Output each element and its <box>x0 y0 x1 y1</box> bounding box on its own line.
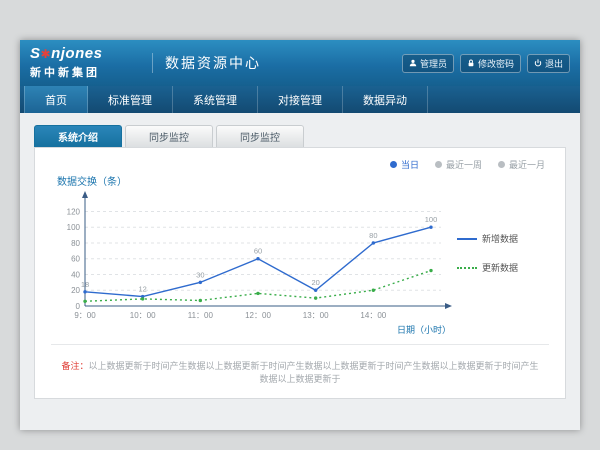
svg-text:18: 18 <box>81 280 89 289</box>
svg-text:40: 40 <box>71 270 80 279</box>
svg-text:120: 120 <box>67 207 81 216</box>
page-title: 数据资源中心 <box>152 53 261 73</box>
filter-last-month-label: 最近一月 <box>509 158 545 171</box>
svg-text:100: 100 <box>425 215 438 224</box>
tab-system-intro[interactable]: 系统介绍 <box>34 125 122 147</box>
change-password-button[interactable]: 修改密码 <box>460 54 521 73</box>
time-filter-legend: 当日 最近一周 最近一月 <box>49 154 551 171</box>
logout-button[interactable]: 退出 <box>527 54 570 73</box>
logo-text: S✱njones <box>30 46 148 62</box>
svg-text:60: 60 <box>254 247 262 256</box>
y-axis-title: 数据交换（条） <box>57 173 551 188</box>
content-panel: 当日 最近一周 最近一月 数据交换（条） 0 20 40 60 80 100 120 9：00… <box>34 147 566 399</box>
logo-star-icon: ✱ <box>41 47 52 61</box>
legend-new-data-label: 新增数据 <box>482 232 518 245</box>
nav-item-home[interactable]: 首页 <box>24 86 88 113</box>
filter-today[interactable]: 当日 <box>390 158 419 171</box>
tab-bar: 系统介绍 同步监控 同步监控 <box>34 125 566 147</box>
line-chart: 0 20 40 60 80 100 120 9：00 10：00 11：00 12：00 13：00 1… <box>49 188 453 336</box>
svg-text:9：00: 9：00 <box>74 311 96 320</box>
app-header: S✱njones 新中新集团 数据资源中心 管理员 修改密码 退出 <box>20 40 580 86</box>
svg-text:14：00: 14：00 <box>360 311 386 320</box>
svg-text:12: 12 <box>138 285 146 294</box>
legend-dot-icon <box>390 161 397 168</box>
nav-item-interface-management[interactable]: 对接管理 <box>258 86 343 113</box>
svg-text:10：00: 10：00 <box>130 311 156 320</box>
note-text: 以上数据更新于时间产生数据以上数据更新于时间产生数据以上数据更新于时间产生数据以… <box>89 361 539 384</box>
filter-last-week-label: 最近一周 <box>446 158 482 171</box>
solid-line-icon <box>457 238 477 240</box>
tab-sync-monitor-2[interactable]: 同步监控 <box>216 125 304 147</box>
legend-dot-icon <box>498 161 505 168</box>
company-name: 新中新集团 <box>30 64 148 80</box>
legend-dot-icon <box>435 161 442 168</box>
main-nav: 首页 标准管理 系统管理 对接管理 数据异动 <box>20 86 580 113</box>
svg-text:日期（小时）: 日期（小时） <box>397 324 451 335</box>
logo-suffix: njones <box>51 45 102 62</box>
tab-sync-monitor-1[interactable]: 同步监控 <box>125 125 213 147</box>
legend-item-update-data[interactable]: 更新数据 <box>457 261 543 274</box>
svg-text:80: 80 <box>71 239 80 248</box>
svg-text:20: 20 <box>311 278 319 287</box>
user-label: 管理员 <box>420 57 447 70</box>
svg-text:80: 80 <box>369 231 377 240</box>
svg-text:11：00: 11：00 <box>188 311 214 320</box>
dotted-line-icon <box>457 267 477 269</box>
logout-label: 退出 <box>545 57 563 70</box>
app-window: S✱njones 新中新集团 数据资源中心 管理员 修改密码 退出 <box>20 40 580 430</box>
legend-item-new-data[interactable]: 新增数据 <box>457 232 543 245</box>
filter-last-week[interactable]: 最近一周 <box>435 158 482 171</box>
power-icon <box>534 59 542 67</box>
svg-text:12：00: 12：00 <box>245 311 271 320</box>
nav-item-standard-management[interactable]: 标准管理 <box>88 86 173 113</box>
nav-item-system-management[interactable]: 系统管理 <box>173 86 258 113</box>
filter-last-month[interactable]: 最近一月 <box>498 158 545 171</box>
lock-icon <box>467 59 475 67</box>
note-label: 备注： <box>61 361 88 371</box>
admin-user-button[interactable]: 管理员 <box>402 54 454 73</box>
svg-text:20: 20 <box>71 286 80 295</box>
nav-item-data-changes[interactable]: 数据异动 <box>343 86 428 113</box>
series-legend: 新增数据 更新数据 <box>453 232 543 274</box>
footnote: 备注：以上数据更新于时间产生数据以上数据更新于时间产生数据以上数据更新于时间产生… <box>49 345 551 399</box>
content-area: 系统介绍 同步监控 同步监控 当日 最近一周 最近一月 数据交换（条） <box>20 113 580 430</box>
svg-text:30: 30 <box>196 270 204 279</box>
user-icon <box>409 59 417 67</box>
legend-update-data-label: 更新数据 <box>482 261 518 274</box>
filter-today-label: 当日 <box>401 158 419 171</box>
brand-logo: S✱njones 新中新集团 <box>30 46 148 80</box>
chart-area: 0 20 40 60 80 100 120 9：00 10：00 11：00 12：00 13：00 1… <box>49 188 551 336</box>
change-password-label: 修改密码 <box>478 57 514 70</box>
svg-text:60: 60 <box>71 255 80 264</box>
user-area: 管理员 修改密码 退出 <box>402 54 570 73</box>
logo-prefix: S <box>30 45 41 62</box>
svg-text:100: 100 <box>67 223 81 232</box>
svg-text:13：00: 13：00 <box>303 311 329 320</box>
svg-text:0: 0 <box>76 302 81 311</box>
